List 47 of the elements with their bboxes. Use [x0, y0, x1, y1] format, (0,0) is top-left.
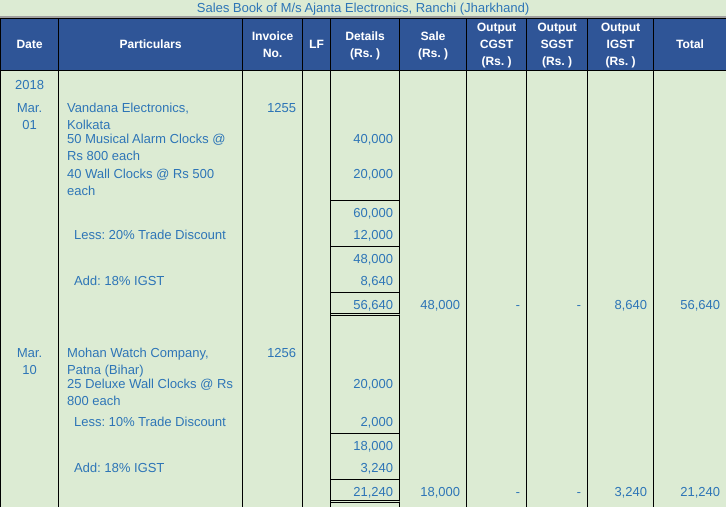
table-cell: 21,240	[353, 484, 393, 499]
table-cell: 56,640	[680, 297, 720, 312]
table-cell: 1256	[267, 345, 296, 360]
table-cell: Add: 18% IGST	[74, 459, 164, 476]
table-cell: 18,000	[420, 484, 460, 499]
table-cell: -	[576, 297, 581, 312]
table-title: Sales Book of M/s Ajanta Electronics, Ranchi (Jharkhand)	[196, 0, 530, 16]
column-header: Particulars	[119, 36, 182, 53]
table-cell: 56,640	[353, 297, 393, 312]
table-cell-text: 25 Deluxe Wall Clocks @ Rs 800 each	[67, 376, 234, 409]
column-header: Details (Rs. )	[344, 28, 386, 62]
table-cell: 40,000	[353, 131, 393, 146]
table-cell-text: 50 Musical Alarm Clocks @ Rs 800 each	[67, 130, 226, 164]
table-cell: 20,000	[353, 166, 393, 181]
table-cell: Mar. 01	[16, 100, 42, 132]
table-cell: 21,240	[680, 484, 720, 499]
table-cell: Less: 20% Trade Discount	[74, 226, 226, 243]
column-header: Output SGST (Rs. )	[536, 19, 578, 70]
table-cell: 18,000	[353, 438, 393, 453]
column-header: Date	[16, 36, 42, 53]
table-cell: 2018	[15, 77, 44, 92]
column-header: Output IGST (Rs. )	[600, 19, 642, 70]
column-header: Invoice No.	[250, 28, 294, 62]
table-cell: Mar. 10	[16, 345, 42, 377]
table-cell: Add: 18% IGST	[74, 272, 164, 289]
table-cell-text: Vandana Electronics, Kolkata	[67, 99, 190, 133]
table-cell: 1255	[267, 100, 296, 115]
table-cell: 3,240	[360, 460, 393, 475]
column-header: Sale (Rs. )	[417, 28, 449, 62]
table-cell: Less: 10% Trade Discount	[74, 413, 226, 430]
table-cell: 48,000	[353, 251, 393, 266]
table-cell: -	[516, 484, 520, 499]
table-cell: 3,240	[614, 484, 647, 499]
column-header: LF	[309, 36, 324, 53]
table-cell-text: Mohan Watch Company, Patna (Bihar)	[67, 344, 210, 378]
table-cell: 8,640	[614, 297, 647, 312]
table-cell: 12,000	[353, 227, 393, 242]
table-cell-text: 40 Wall Clocks @ Rs 500 each	[67, 165, 216, 199]
table-cell: 2,000	[360, 414, 393, 429]
table-cell: 20,000	[353, 376, 393, 391]
column-header: Output CGST (Rs. )	[476, 19, 518, 70]
table-cell: 8,640	[360, 273, 393, 288]
table-cell: 60,000	[353, 205, 393, 220]
table-cell: -	[576, 484, 581, 499]
column-header: Total	[676, 36, 704, 53]
table-cell: -	[516, 297, 520, 312]
table-cell: 48,000	[420, 297, 460, 312]
